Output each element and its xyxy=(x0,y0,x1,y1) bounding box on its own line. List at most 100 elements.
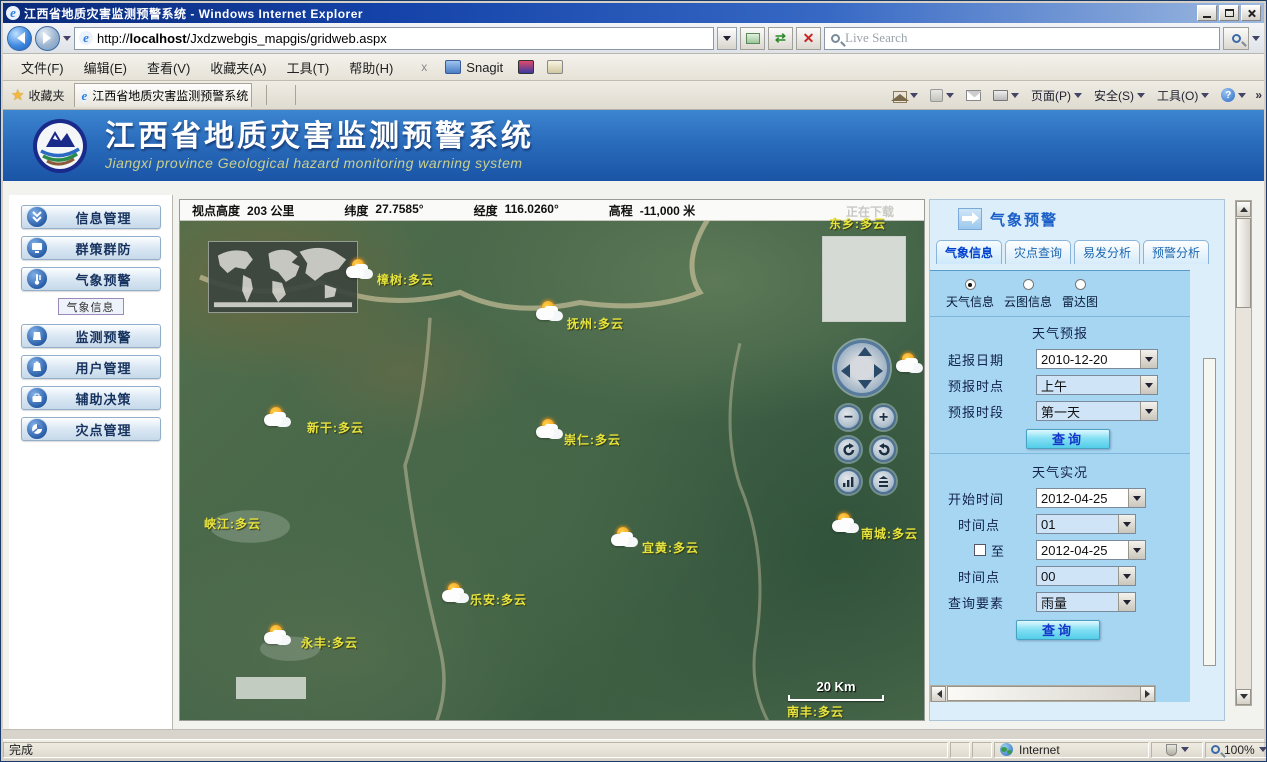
sidebar-item-decision-support[interactable]: 辅助决策 xyxy=(21,386,161,410)
search-options-icon[interactable] xyxy=(1252,36,1260,45)
maximize-button[interactable] xyxy=(1219,5,1239,21)
menu-help[interactable]: 帮助(H) xyxy=(339,55,403,80)
minimize-button[interactable] xyxy=(1197,5,1217,21)
sidebar-item-weather-warning[interactable]: 气象预警 xyxy=(21,267,161,291)
compatibility-button[interactable] xyxy=(740,27,765,50)
partly-cloudy-icon[interactable] xyxy=(262,407,296,433)
radio-selected-icon[interactable] xyxy=(965,279,976,290)
radio-icon[interactable] xyxy=(1075,279,1086,290)
radio-cloud-image[interactable]: 云图信息 xyxy=(1004,279,1052,310)
page-tab[interactable]: e 江西省地质灾害监测预警系统 xyxy=(74,83,252,107)
partly-cloudy-icon[interactable] xyxy=(440,583,474,609)
partly-cloudy-icon[interactable] xyxy=(262,625,296,651)
tab-weather-info[interactable]: 气象信息 xyxy=(936,240,1002,264)
end-date-select[interactable]: 2012-04-25 xyxy=(1036,540,1146,560)
layers-button[interactable] xyxy=(871,469,896,494)
weather-marker[interactable]: 永丰:多云 xyxy=(301,634,358,652)
history-dropdown-icon[interactable] xyxy=(63,36,71,45)
partly-cloudy-icon[interactable] xyxy=(830,513,864,539)
stop-button[interactable]: ✕ xyxy=(796,27,821,50)
mail-button[interactable] xyxy=(963,88,984,103)
radio-radar-image[interactable]: 雷达图 xyxy=(1062,279,1098,310)
partly-cloudy-icon[interactable] xyxy=(609,527,643,553)
menu-edit[interactable]: 编辑(E) xyxy=(74,55,137,80)
pan-left-icon[interactable] xyxy=(841,364,850,378)
pan-control[interactable] xyxy=(834,340,890,396)
search-go-button[interactable] xyxy=(1223,27,1249,50)
menu-file[interactable]: 文件(F) xyxy=(11,55,74,80)
rotate-ccw-button[interactable] xyxy=(871,437,896,462)
search-input[interactable]: Live Search xyxy=(824,27,1220,50)
start-hour-select[interactable]: 01 xyxy=(1036,514,1136,534)
partly-cloudy-icon[interactable] xyxy=(534,301,568,327)
weather-marker[interactable]: 宜黄:多云 xyxy=(642,539,699,557)
home-button[interactable] xyxy=(890,86,921,105)
dropdown-button[interactable] xyxy=(1118,515,1135,533)
weather-marker[interactable]: 新干:多云 xyxy=(307,419,364,437)
actual-query-button[interactable]: 查询 xyxy=(1016,620,1100,640)
favorites-star-icon[interactable]: ★ xyxy=(11,86,24,104)
tools-menu-button[interactable]: 工具(O) xyxy=(1154,85,1212,106)
protected-mode-button[interactable] xyxy=(1151,742,1203,758)
weather-marker[interactable]: 峡江:多云 xyxy=(204,515,261,533)
overview-world-map[interactable] xyxy=(208,241,358,313)
tilt-button[interactable] xyxy=(836,469,861,494)
tab-warning-analysis[interactable]: 预警分析 xyxy=(1143,240,1209,264)
snagit-toolbar[interactable]: Snagit xyxy=(445,60,563,75)
scroll-right-button[interactable] xyxy=(1140,686,1155,702)
menu-favorites[interactable]: 收藏夹(A) xyxy=(200,55,276,80)
weather-marker[interactable]: 南丰:多云 xyxy=(787,703,844,721)
tab-susceptibility-analysis[interactable]: 易发分析 xyxy=(1074,240,1140,264)
menu-view[interactable]: 查看(V) xyxy=(137,55,200,80)
weather-marker[interactable]: 樟树:多云 xyxy=(377,271,434,289)
radio-icon[interactable] xyxy=(1023,279,1034,290)
forecast-period-select[interactable]: 第一天 xyxy=(1036,401,1158,421)
snagit-capture-icon[interactable] xyxy=(518,60,534,74)
print-button[interactable] xyxy=(990,87,1022,104)
weather-marker[interactable]: 乐安:多云 xyxy=(470,591,527,609)
dropdown-button[interactable] xyxy=(1140,376,1157,394)
sidebar-item-info-management[interactable]: 信息管理 xyxy=(21,205,161,229)
more-toolbar-button[interactable]: » xyxy=(1255,88,1260,102)
zoom-control[interactable]: 100% xyxy=(1205,742,1267,758)
scroll-up-button[interactable] xyxy=(1236,201,1251,217)
dropdown-button[interactable] xyxy=(1118,593,1135,611)
zoom-in-button[interactable]: + xyxy=(871,405,896,430)
end-hour-select[interactable]: 00 xyxy=(1036,566,1136,586)
query-element-select[interactable]: 雨量 xyxy=(1036,592,1136,612)
dropdown-button[interactable] xyxy=(1128,541,1145,559)
snagit-edit-icon[interactable] xyxy=(547,60,563,74)
help-button[interactable]: ? xyxy=(1218,86,1249,104)
dropdown-button[interactable] xyxy=(1140,350,1157,368)
dropdown-button[interactable] xyxy=(1128,489,1145,507)
scroll-left-button[interactable] xyxy=(931,686,946,702)
weather-marker[interactable]: 抚州:多云 xyxy=(567,315,624,333)
zoom-out-button[interactable]: − xyxy=(836,405,861,430)
weather-marker[interactable]: 崇仁:多云 xyxy=(564,431,621,449)
scrollbar-thumb[interactable] xyxy=(1236,218,1251,308)
url-dropdown-button[interactable] xyxy=(717,27,737,50)
tab-hazard-query[interactable]: 灾点查询 xyxy=(1005,240,1071,264)
sidebar-item-user-management[interactable]: 用户管理 xyxy=(21,355,161,379)
forecast-query-button[interactable]: 查询 xyxy=(1026,429,1110,449)
refresh-button[interactable]: ⇄ xyxy=(768,27,793,50)
sidebar-item-monitor-warning[interactable]: 监测预警 xyxy=(21,324,161,348)
scroll-down-button[interactable] xyxy=(1236,689,1251,705)
satellite-imagery[interactable]: 东乡:多云 樟树:多云 抚州:多云 新干:多云 崇仁:多云 峡江:多云 宜黄:多… xyxy=(180,221,924,720)
dropdown-button[interactable] xyxy=(1140,402,1157,420)
partly-cloudy-icon[interactable] xyxy=(894,353,925,379)
menu-tools[interactable]: 工具(T) xyxy=(277,55,340,80)
map-viewport[interactable]: 视点高度203 公里 纬度27.7585° 经度116.0260° 高程-11,… xyxy=(179,199,925,721)
sidebar-item-group-prevention[interactable]: 群策群防 xyxy=(21,236,161,260)
sidebar-item-hazard-point-management[interactable]: 灾点管理 xyxy=(21,417,161,441)
forecast-time-select[interactable]: 上午 xyxy=(1036,375,1158,395)
partly-cloudy-icon[interactable] xyxy=(344,259,378,285)
url-field[interactable]: e http://localhost/Jxdzwebgis_mapgis/gri… xyxy=(74,27,714,50)
pan-up-icon[interactable] xyxy=(858,347,872,356)
panel-horizontal-scrollbar[interactable] xyxy=(930,685,1156,702)
start-date-select[interactable]: 2012-04-25 xyxy=(1036,488,1146,508)
to-checkbox[interactable] xyxy=(974,544,986,556)
sidebar-subitem-weather-info[interactable]: 气象信息 xyxy=(58,298,124,315)
favorites-label[interactable]: 收藏夹 xyxy=(28,87,64,104)
forecast-date-select[interactable]: 2010-12-20 xyxy=(1036,349,1158,369)
